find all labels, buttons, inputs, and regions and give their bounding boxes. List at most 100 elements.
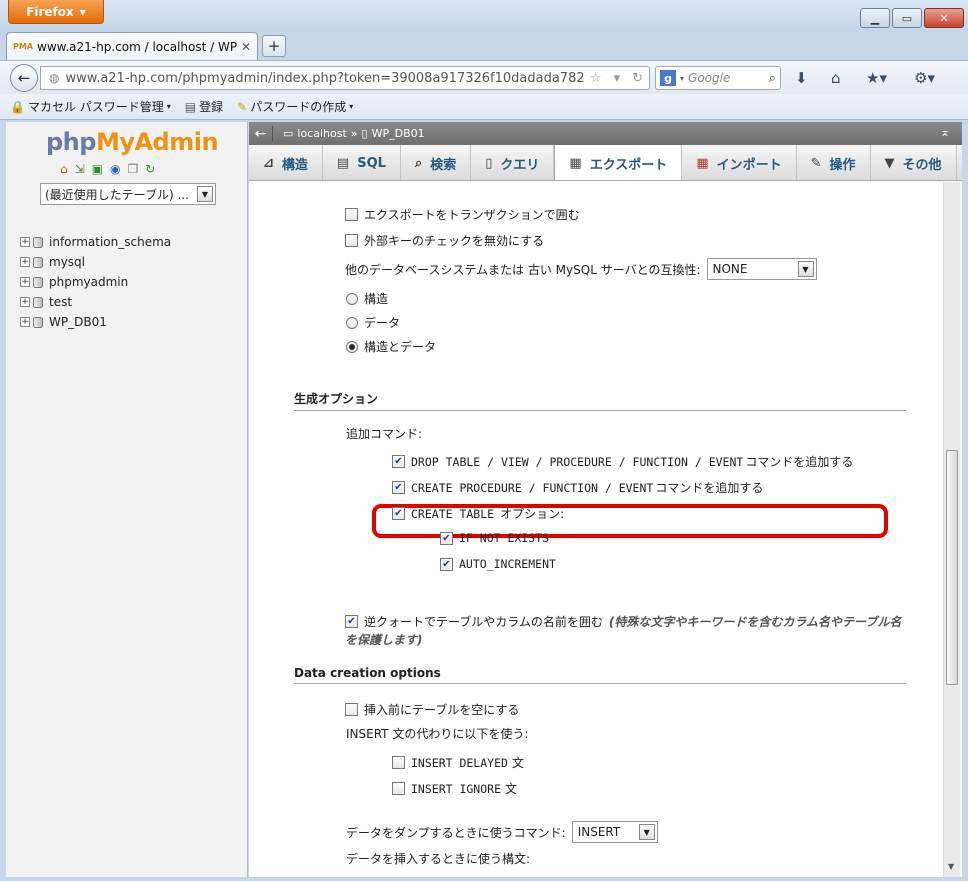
close-window-button[interactable]: ✕ — [924, 8, 964, 28]
breadcrumb-database[interactable]: ▯ WP_DB01 — [362, 127, 425, 140]
tab-export[interactable]: ▦ エクスポート — [554, 145, 683, 180]
search-bar[interactable]: g ▾ Google ⌕ — [655, 66, 781, 90]
collapse-top-icon[interactable]: ⌅ — [940, 125, 950, 139]
insert-ignore-label[interactable]: INSERT IGNORE — [411, 782, 501, 796]
structure-and-data-label[interactable]: 構造とデータ — [364, 338, 436, 355]
data-radio[interactable] — [346, 316, 358, 329]
expand-icon[interactable]: + — [20, 277, 30, 287]
db-label[interactable]: WP_DB01 — [49, 315, 107, 329]
db-item-wp-db01[interactable]: + WP_DB01 — [20, 312, 171, 332]
history-dropdown-icon[interactable]: ▾ — [614, 71, 627, 86]
vertical-scrollbar[interactable]: ▼ — [943, 182, 960, 877]
maximize-icon: ▭ — [901, 11, 913, 25]
breadcrumb-server[interactable]: ▭ localhost — [283, 127, 347, 140]
new-tab-button[interactable]: + — [262, 35, 286, 57]
google-engine-icon[interactable]: g — [660, 70, 676, 86]
if-not-exists-label[interactable]: IF NOT EXISTS — [459, 531, 549, 545]
docs-icon[interactable]: ◉ — [110, 162, 120, 176]
tab-operations[interactable]: ✎ 操作 — [797, 145, 871, 180]
truncate-label[interactable]: 挿入前にテーブルを空にする — [364, 701, 519, 718]
db-item-mysql[interactable]: + mysql — [20, 252, 171, 272]
backquotes-label[interactable]: 逆クォートでテーブルやカラムの名前を囲む — [364, 613, 603, 630]
minimize-button[interactable]: ▁ — [860, 8, 890, 28]
db-label[interactable]: test — [49, 295, 72, 309]
collapse-nav-icon[interactable]: ← — [249, 125, 273, 142]
tab-search[interactable]: ⌕ 検索 — [401, 145, 472, 180]
bookmark-makaseru[interactable]: 🔒 マカセル パスワード管理 ▾ — [10, 98, 171, 115]
drop-table-suffix[interactable]: コマンドを追加する — [745, 453, 853, 470]
scroll-down-arrow-icon[interactable]: ▼ — [948, 862, 954, 871]
scrollbar-thumb[interactable] — [946, 450, 958, 685]
tab-more[interactable]: ▼ その他 — [871, 145, 957, 180]
disable-fk-label[interactable]: 外部キーのチェックを無効にする — [364, 232, 544, 249]
create-table-checkbox[interactable]: ✔ — [392, 507, 405, 520]
create-procedure-checkbox[interactable]: ✔ — [392, 481, 405, 494]
maximize-button[interactable]: ▭ — [892, 8, 922, 28]
expand-icon[interactable]: + — [20, 297, 30, 307]
create-table-suffix[interactable]: オプション: — [500, 505, 564, 522]
back-button[interactable]: ← — [10, 64, 38, 92]
structure-radio[interactable] — [346, 292, 358, 305]
pma-logo[interactable]: phpMyAdmin — [46, 128, 219, 156]
tab-query[interactable]: ▯ クエリ — [471, 145, 555, 180]
url-bar[interactable]: ◍ www.a21-hp.com/phpmyadmin/index.php?to… — [40, 66, 650, 90]
insert-delayed-label[interactable]: INSERT DELAYED — [411, 756, 508, 770]
insert-ignore-suffix[interactable]: 文 — [505, 780, 517, 797]
engine-dropdown-icon[interactable]: ▾ — [680, 74, 684, 83]
download-icon[interactable]: ⬇ — [795, 69, 808, 87]
drop-table-checkbox[interactable]: ✔ — [392, 455, 405, 468]
db-label[interactable]: information_schema — [49, 235, 171, 249]
home-icon[interactable]: ⌂ — [60, 162, 68, 176]
transaction-label[interactable]: エクスポートをトランザクションで囲む — [364, 206, 580, 223]
db-label[interactable]: phpmyadmin — [49, 275, 128, 289]
exit-icon[interactable]: ⇲ — [75, 162, 85, 176]
search-icon[interactable]: ⌕ — [769, 71, 776, 86]
create-table-code[interactable]: CREATE TABLE — [411, 507, 494, 521]
tab-sql[interactable]: ▤ SQL — [323, 145, 401, 180]
compat-select[interactable]: NONE ▼ — [706, 258, 817, 280]
db-item-information-schema[interactable]: + information_schema — [20, 232, 171, 252]
create-procedure-suffix[interactable]: コマンドを追加する — [655, 479, 763, 496]
browser-tab-active[interactable]: PMA www.a21-hp.com / localhost / WP_... … — [6, 32, 258, 60]
firefox-menu-button[interactable]: Firefox ▾ — [8, 0, 104, 24]
dump-command-select[interactable]: INSERT ▼ — [571, 821, 658, 843]
db-item-test[interactable]: + test — [20, 292, 171, 312]
auto-increment-checkbox[interactable]: ✔ — [440, 557, 453, 571]
db-item-phpmyadmin[interactable]: + phpmyadmin — [20, 272, 171, 292]
option-insert-delayed: INSERT DELAYED 文 — [392, 754, 524, 771]
bookmark-star-icon[interactable]: ☆ — [590, 71, 608, 86]
insert-delayed-suffix[interactable]: 文 — [512, 754, 524, 771]
reload-icon[interactable]: ↻ — [145, 162, 155, 176]
expand-icon[interactable]: + — [20, 317, 30, 327]
insert-ignore-checkbox[interactable] — [392, 782, 405, 795]
recent-tables-select[interactable]: (最近使用したテーブル) ... ▼ — [40, 183, 216, 205]
tab-import[interactable]: ▦ インポート — [682, 145, 797, 180]
structure-and-data-radio[interactable] — [346, 340, 358, 353]
drop-table-code[interactable]: DROP TABLE / VIEW / PROCEDURE / FUNCTION… — [411, 455, 743, 469]
db-label[interactable]: mysql — [49, 255, 85, 269]
tab-close-icon[interactable]: ✕ — [241, 40, 251, 54]
bookmark-create-password[interactable]: ✎ パスワードの作成 ▾ — [237, 98, 353, 115]
data-radio-label[interactable]: データ — [364, 314, 400, 331]
query-window-icon[interactable]: ▣ — [92, 162, 103, 176]
expand-icon[interactable]: + — [20, 237, 30, 247]
search-input[interactable]: Google — [688, 71, 765, 85]
copy-icon[interactable]: ❐ — [128, 162, 139, 176]
reload-icon[interactable]: ↻ — [632, 71, 649, 86]
structure-radio-label[interactable]: 構造 — [364, 290, 388, 307]
tab-structure[interactable]: ⊿ 構造 — [249, 145, 323, 180]
truncate-checkbox[interactable] — [345, 703, 358, 716]
auto-increment-label[interactable]: AUTO_INCREMENT — [459, 557, 556, 571]
backquotes-checkbox[interactable]: ✔ — [345, 615, 358, 628]
addon-icon[interactable]: ⚙▾ — [914, 69, 935, 87]
expand-icon[interactable]: + — [20, 257, 30, 267]
if-not-exists-checkbox[interactable]: ✔ — [440, 531, 453, 545]
bookmark-register[interactable]: ▤ 登録 — [185, 98, 223, 115]
insert-delayed-checkbox[interactable] — [392, 756, 405, 769]
transaction-checkbox[interactable] — [345, 208, 358, 221]
bookmarks-menu-icon[interactable]: ★▾ — [866, 69, 887, 87]
create-procedure-code[interactable]: CREATE PROCEDURE / FUNCTION / EVENT — [411, 481, 653, 495]
disable-fk-checkbox[interactable] — [345, 234, 358, 247]
home-icon[interactable]: ⌂ — [831, 69, 841, 87]
pma-main-pane: ← ▭ localhost » ▯ WP_DB01 ⌅ ⊿ 構造 ▤ SQL ⌕ 検索… — [249, 122, 962, 877]
